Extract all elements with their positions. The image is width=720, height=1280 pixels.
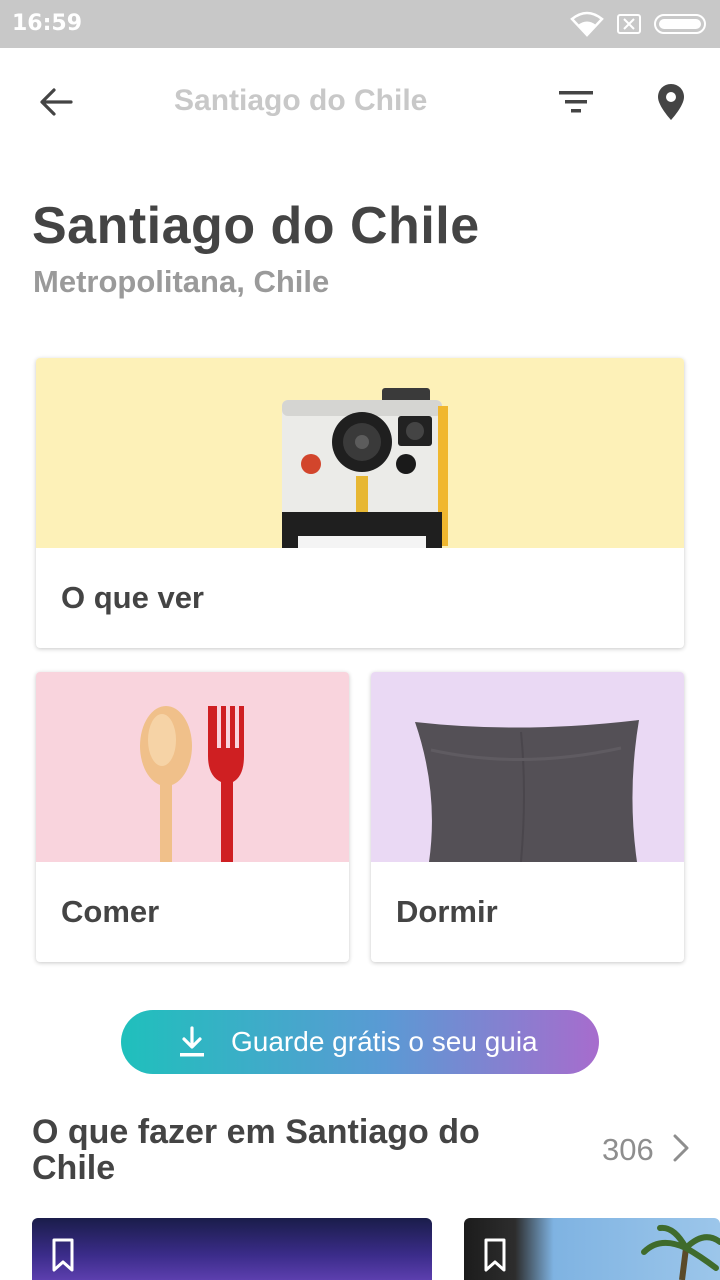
category-card-sleep[interactable]: Dormir — [371, 672, 684, 962]
map-pin-icon — [657, 83, 685, 126]
activity-card[interactable] — [464, 1218, 720, 1280]
arrow-back-icon — [39, 87, 73, 122]
section-title: O que fazer em Santiago do Chile — [32, 1113, 480, 1187]
category-label: O que ver — [61, 580, 204, 615]
appbar-title: Santiago do Chile — [174, 84, 428, 117]
status-icons — [570, 10, 708, 38]
app-bar: Santiago do Chile — [0, 48, 720, 160]
palm-tree-image — [641, 1224, 720, 1280]
activity-card[interactable] — [32, 1218, 432, 1280]
page-subtitle: Metropolitana, Chile — [33, 264, 330, 299]
category-card-see[interactable]: O que ver — [36, 358, 684, 648]
status-time: 16:59 — [12, 11, 83, 36]
category-label: Dormir — [396, 894, 498, 929]
map-button[interactable] — [643, 78, 699, 130]
see-all-button[interactable] — [664, 1130, 698, 1170]
pillow-image — [371, 672, 684, 863]
no-sim-icon — [616, 13, 642, 35]
filter-button[interactable] — [548, 78, 604, 130]
page-title: Santiago do Chile — [32, 197, 480, 255]
chevron-right-icon — [672, 1133, 690, 1168]
wifi-icon — [570, 11, 604, 37]
category-card-eat[interactable]: Comer — [36, 672, 349, 962]
category-label: Comer — [61, 894, 160, 929]
battery-icon — [654, 13, 708, 35]
spoon-fork-image — [36, 672, 349, 862]
status-bar: 16:59 — [0, 0, 720, 48]
download-icon — [177, 1026, 207, 1063]
bookmark-icon[interactable] — [52, 1238, 74, 1277]
save-guide-button[interactable]: Guarde grátis o seu guia — [121, 1010, 599, 1074]
save-guide-label: Guarde grátis o seu guia — [231, 1026, 538, 1057]
polaroid-camera-image — [36, 358, 684, 548]
filter-icon — [559, 90, 593, 119]
section-count[interactable]: 306 — [602, 1132, 654, 1168]
back-button[interactable] — [28, 78, 84, 130]
